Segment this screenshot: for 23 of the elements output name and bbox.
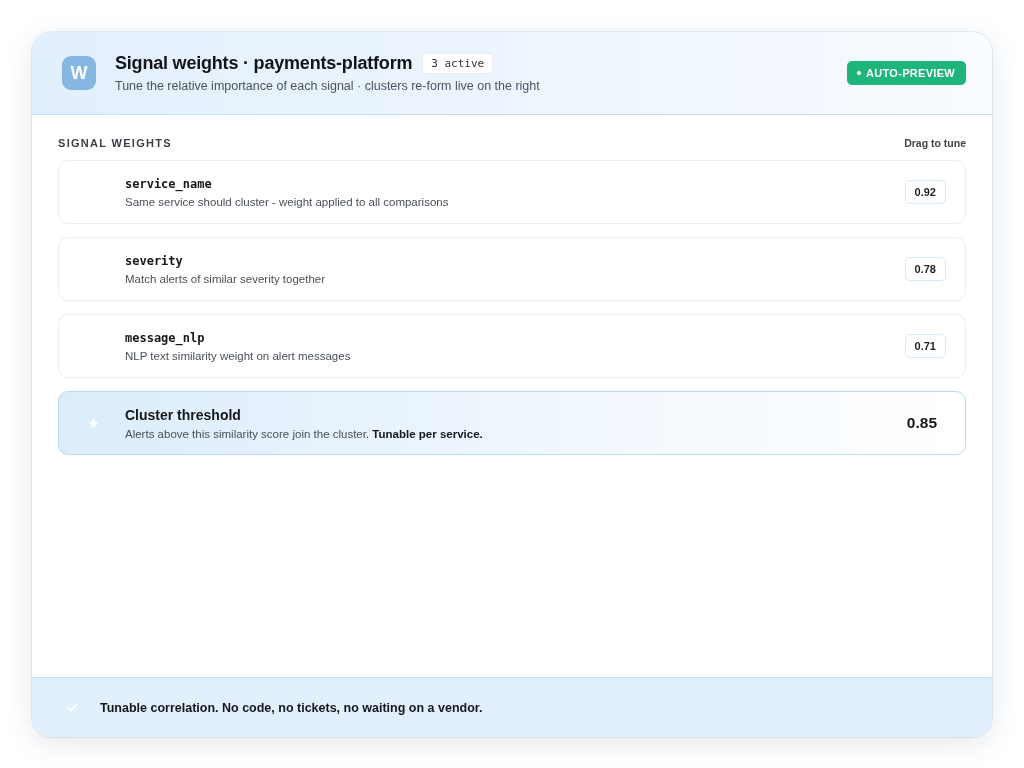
signal-description: Match alerts of similar severity together: [125, 272, 327, 285]
signal-description: Same service should cluster - weight applied to all comparisons: [125, 195, 450, 208]
threshold-title: Cluster threshold: [125, 406, 242, 423]
signal-name: severity: [125, 253, 184, 268]
signal-name: message_nlp: [125, 330, 206, 345]
auto-preview-badge: AUTO-PREVIEW: [847, 61, 966, 85]
active-count-badge: 3 active: [422, 53, 494, 74]
logo-tile: W: [62, 56, 96, 90]
status-dot-icon: [857, 71, 862, 75]
footer-text: Tunable correlation. No code, no tickets, no waiting on a vendor.: [100, 700, 483, 715]
drag-hint: Drag to tune: [904, 137, 966, 149]
section-title: SIGNAL WEIGHTS: [58, 137, 172, 149]
star-icon: [87, 417, 99, 429]
panel-title: Signal weights · payments-platform: [115, 53, 413, 74]
threshold-value: 0.85: [906, 414, 937, 432]
signal-description: NLP text similarity weight on alert messages: [125, 349, 352, 362]
threshold-description: Alerts above this similarity score join the cluster. Tunable per service.: [125, 427, 484, 440]
check-icon: [67, 703, 78, 712]
panel-subtitle: Tune the relative importance of each signal · clusters re-form live on the right: [115, 79, 541, 93]
weight-value[interactable]: 0.78: [904, 257, 946, 281]
weight-value[interactable]: 0.92: [904, 180, 946, 204]
signal-name: service_name: [125, 176, 213, 191]
weight-value[interactable]: 0.71: [904, 334, 946, 358]
